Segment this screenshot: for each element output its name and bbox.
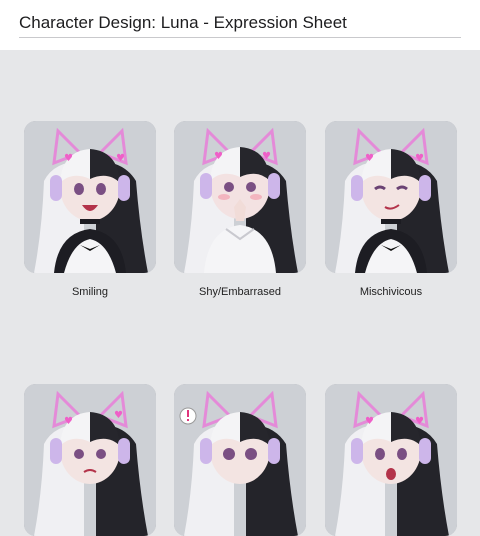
svg-text:♥: ♥ (214, 151, 223, 162)
svg-text:♥: ♥ (114, 410, 123, 421)
svg-text:♥: ♥ (365, 416, 374, 427)
title-divider (19, 37, 461, 38)
svg-text:♥: ♥ (415, 153, 424, 164)
expression-label: Shy/Embarrased (199, 286, 281, 298)
character-illustration (174, 384, 306, 536)
character-illustration: ♥ ♥ (325, 384, 457, 536)
expression-card-mischievous[interactable]: ♥ ♥ (325, 121, 457, 273)
svg-text:♥: ♥ (116, 153, 125, 164)
svg-text:♥: ♥ (262, 151, 271, 162)
expression-card-smiling[interactable]: ♥ ♥ (24, 121, 156, 273)
expression-card[interactable]: ♥ ♥ (24, 384, 156, 536)
expression-card-shy[interactable]: ♥ ♥ (174, 121, 306, 273)
character-illustration: ♥ ♥ (24, 121, 156, 273)
page-header: Character Design: Luna - Expression Shee… (0, 0, 480, 50)
character-illustration: ♥ ♥ (24, 384, 156, 536)
expression-label: Smiling (71, 286, 109, 298)
expression-label: Mischivicous (359, 286, 423, 298)
character-illustration: ♥ ♥ (174, 121, 306, 273)
svg-text:♥: ♥ (64, 416, 73, 427)
character-illustration: ♥ ♥ (325, 121, 457, 273)
svg-text:♥: ♥ (415, 416, 424, 427)
expression-card[interactable] (174, 384, 306, 536)
svg-text:♥: ♥ (365, 153, 374, 164)
svg-text:♥: ♥ (64, 153, 73, 164)
expression-card[interactable]: ♥ ♥ (325, 384, 457, 536)
page-title: Character Design: Luna - Expression Shee… (19, 13, 347, 32)
